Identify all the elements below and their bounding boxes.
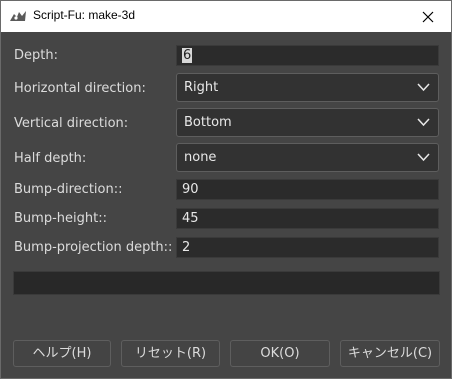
half-depth-label: Half depth:	[14, 151, 87, 166]
bump-projection-depth-row: Bump-projection depth:: 2	[1, 235, 451, 261]
ok-button[interactable]: OK(O)	[230, 340, 330, 367]
reset-button[interactable]: リセット(R)	[121, 340, 220, 367]
vertical-direction-label: Vertical direction:	[14, 116, 129, 131]
bump-height-value: 45	[182, 211, 199, 226]
bump-height-row: Bump-height:: 45	[1, 206, 451, 232]
close-button[interactable]	[405, 1, 451, 32]
vertical-direction-value: Bottom	[184, 115, 232, 130]
depth-row: Depth: 6	[1, 43, 451, 69]
progress-bar	[13, 271, 440, 295]
bump-direction-field[interactable]: 90	[176, 179, 439, 200]
close-icon	[422, 11, 434, 22]
bump-projection-depth-field[interactable]: 2	[176, 237, 439, 258]
half-depth-select[interactable]: none	[176, 143, 439, 172]
vertical-direction-row: Vertical direction: Bottom	[1, 108, 451, 137]
vertical-direction-select[interactable]: Bottom	[176, 108, 439, 137]
depth-value: 6	[182, 48, 193, 63]
depth-label: Depth:	[14, 48, 58, 63]
bump-projection-depth-value: 2	[182, 240, 191, 255]
half-depth-row: Half depth: none	[1, 143, 451, 172]
horizontal-direction-label: Horizontal direction:	[14, 81, 146, 96]
depth-field[interactable]: 6	[176, 45, 439, 66]
title-bar: Script-Fu: make-3d	[1, 1, 451, 32]
bump-direction-value: 90	[182, 182, 199, 197]
script-fu-dialog: Script-Fu: make-3d Depth: 6 Horizontal d…	[0, 0, 452, 379]
gimp-wilber-icon	[10, 11, 26, 21]
bump-height-label: Bump-height::	[14, 211, 107, 226]
horizontal-direction-select[interactable]: Right	[176, 73, 439, 102]
chevron-down-icon	[417, 83, 430, 92]
bump-direction-label: Bump-direction::	[14, 182, 123, 197]
horizontal-direction-row: Horizontal direction: Right	[1, 73, 451, 102]
cancel-button[interactable]: キャンセル(C)	[340, 340, 440, 367]
window-title: Script-Fu: make-3d	[33, 8, 136, 22]
bump-height-field[interactable]: 45	[176, 208, 439, 229]
half-depth-value: none	[184, 150, 217, 165]
bump-direction-row: Bump-direction:: 90	[1, 177, 451, 203]
help-button[interactable]: ヘルプ(H)	[13, 340, 111, 367]
horizontal-direction-value: Right	[184, 80, 219, 95]
bump-projection-depth-label: Bump-projection depth::	[14, 240, 173, 255]
chevron-down-icon	[417, 118, 430, 127]
chevron-down-icon	[417, 153, 430, 162]
